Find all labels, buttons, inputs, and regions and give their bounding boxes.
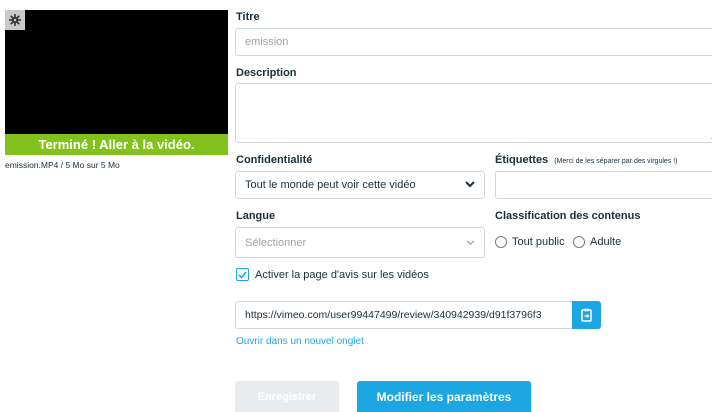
review-page-checkbox[interactable] [236,268,249,281]
content-rating-label: Classification des contenus [495,210,641,222]
tags-label: Étiquettes (Merci de les séparer par des … [495,154,678,166]
video-preview: Terminé ! Aller à la vidéo. [5,10,228,155]
copy-icon [581,308,592,322]
gear-icon[interactable] [5,10,25,30]
language-select[interactable]: Sélectionner [235,227,485,258]
title-label: Titre [236,11,260,23]
description-textarea[interactable]: ◢ [235,83,712,143]
save-button[interactable]: Enregistrer [235,381,339,412]
tags-label-text: Étiquettes [495,154,549,166]
tags-hint: (Merci de les séparer par des virgules !… [554,158,678,165]
review-url-field[interactable]: https://vimeo.com/user99447499/review/34… [235,301,573,329]
privacy-select[interactable]: Tout le monde peut voir cette vidéo [235,171,485,199]
privacy-label: Confidentialité [236,154,313,166]
radio-button[interactable] [573,236,585,248]
upload-file-info: emission.MP4 / 5 Mo sur 5 Mo [5,160,120,170]
tags-input[interactable] [495,171,712,199]
rating-option-adult[interactable]: Adulte [573,236,621,248]
open-new-tab-link[interactable]: Ouvrir dans un nouvel onglet [236,336,364,347]
privacy-select-value: Tout le monde peut voir cette vidéo [245,179,416,191]
copy-url-button[interactable] [572,301,601,329]
modify-settings-button[interactable]: Modifier les paramètres [357,381,531,412]
go-to-video-button[interactable]: Terminé ! Aller à la vidéo. [5,134,228,155]
language-placeholder: Sélectionner [245,236,307,249]
radio-button[interactable] [495,236,507,248]
language-label: Langue [236,210,276,222]
rating-option-label: Tout public [512,236,565,248]
review-page-label: Activer la page d'avis sur les vidéos [255,268,429,281]
chevron-down-icon [466,237,475,249]
rating-option-label: Adulte [590,236,622,248]
description-label: Description [236,67,297,79]
review-page-toggle[interactable]: Activer la page d'avis sur les vidéos [236,268,429,281]
title-input[interactable]: emission [235,28,712,56]
checkmark-icon [238,270,247,279]
chevron-down-icon [465,179,475,191]
rating-option-all-ages[interactable]: Tout public [495,236,565,248]
